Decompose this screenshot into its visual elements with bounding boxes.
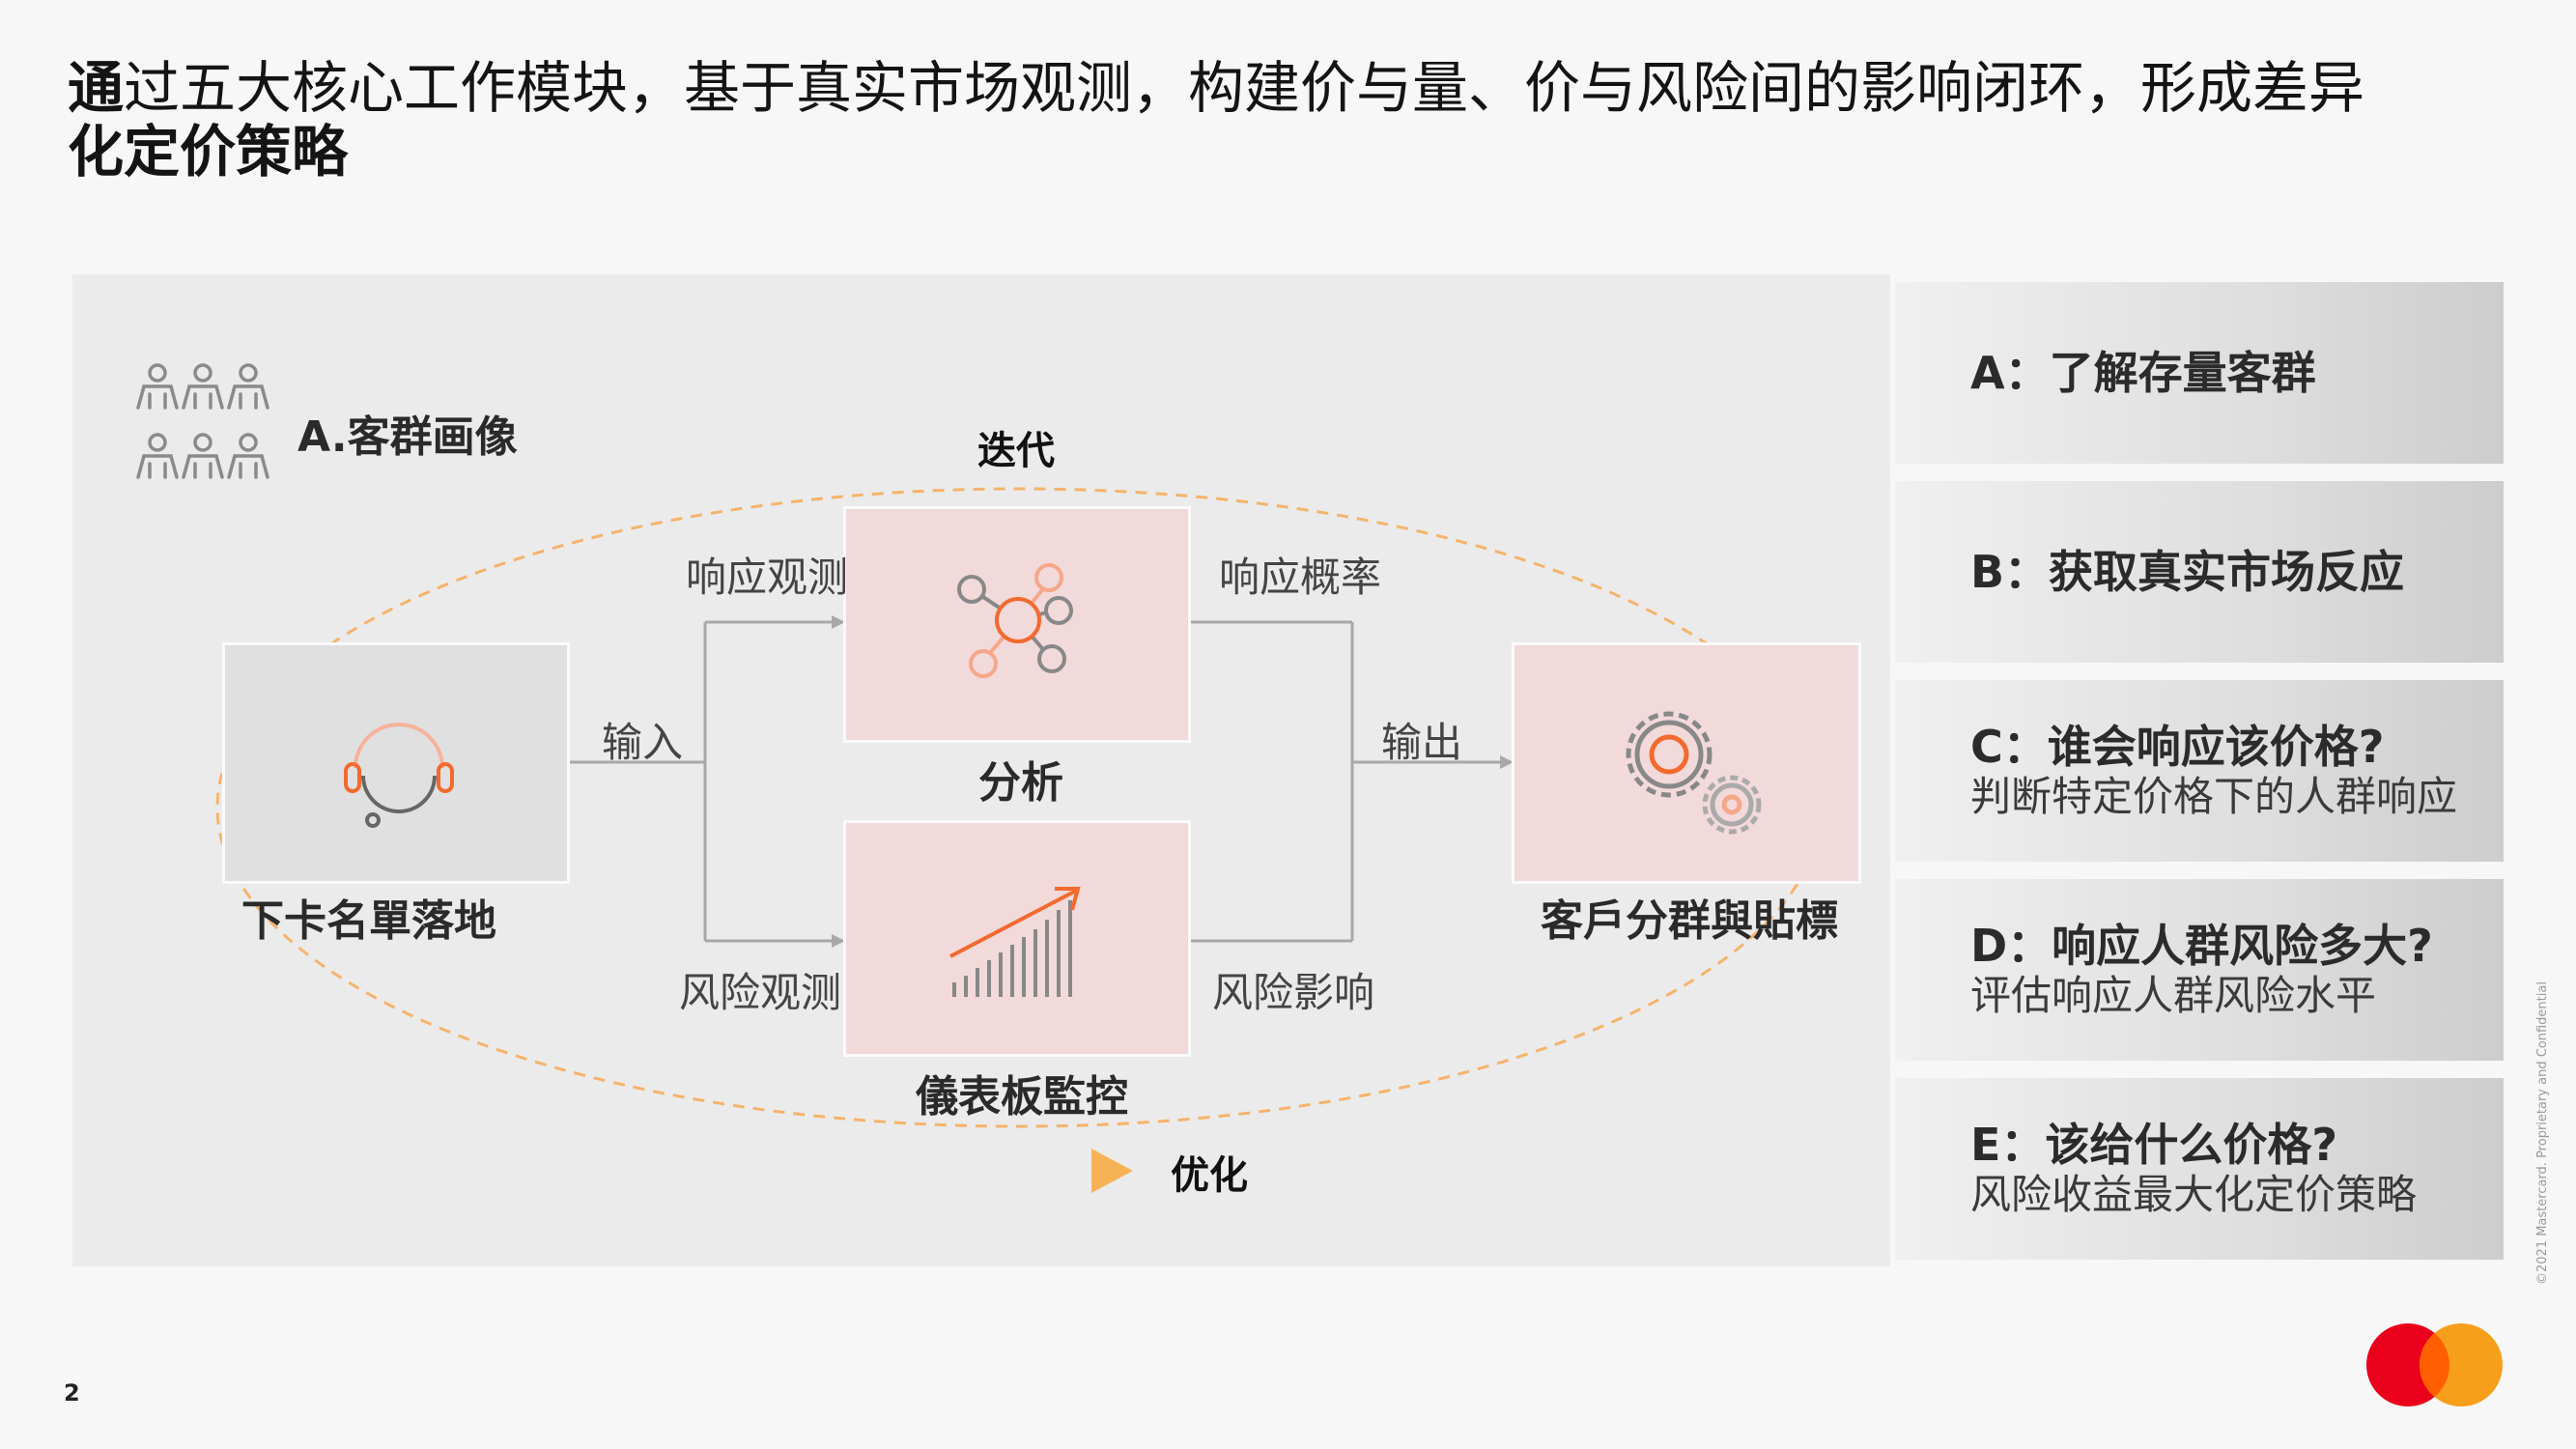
edge-input-label: 输入 <box>602 719 684 766</box>
card-e: E：该给什么价格? 风险收益最大化定价策略 <box>1895 1078 2504 1260</box>
iterate-label: 迭代 <box>977 429 1055 473</box>
network-nodes-icon <box>957 563 1073 678</box>
gears-icon <box>1626 711 1762 835</box>
diagram-panel: A.客群画像 迭代 优化 下卡名單落地 分析 儀表板監控 客戶分群與貼標 输入 … <box>72 274 1890 1266</box>
segment-label: A.客群画像 <box>297 412 518 462</box>
card-d: D：响应人群风险多大? 评估响应人群风险水平 <box>1895 879 2504 1061</box>
mastercard-logo <box>2366 1323 2503 1406</box>
people-group-icon <box>136 363 269 479</box>
title-first-char: 通 <box>68 55 125 121</box>
confidential-notice: ©2021 Mastercard. Proprietary and Confid… <box>2535 981 2550 1285</box>
optimize-arrow <box>1091 1149 1133 1193</box>
card-subtext: 判断特定价格下的人群响应 <box>1970 773 2458 820</box>
headset-icon <box>344 723 454 828</box>
card-heading: B：获取真实市场反应 <box>1970 546 2405 598</box>
dashboard-box <box>843 820 1191 1057</box>
dashboard-label: 儀表板監控 <box>916 1072 1128 1122</box>
title-line2: 化定价策略 <box>68 119 349 185</box>
input-box <box>222 642 570 884</box>
card-subtext: 评估响应人群风险水平 <box>1970 972 2377 1019</box>
card-heading: C：谁会响应该价格? <box>1970 721 2385 773</box>
card-b: B：获取真实市场反应 <box>1895 481 2504 663</box>
edge-risk-observe-label: 风险观测 <box>679 969 842 1016</box>
card-heading: D：响应人群风险多大? <box>1970 920 2433 972</box>
title-line1: 过五大核心工作模块，基于真实市场观测，构建价与量、价与风险间的影响闭环，形成差异 <box>124 55 2365 121</box>
input-box-label: 下卡名單落地 <box>241 896 496 946</box>
edge-output-label: 输出 <box>1381 719 1463 766</box>
optimize-label: 优化 <box>1171 1153 1248 1198</box>
edge-response-observe-label: 响应观测 <box>686 554 849 601</box>
edge-risk-impact-label: 风险影响 <box>1212 969 1375 1016</box>
card-heading: A：了解存量客群 <box>1970 347 2316 399</box>
analysis-label: 分析 <box>978 758 1063 808</box>
edge-response-prob-label: 响应概率 <box>1219 554 1382 601</box>
output-box-label: 客戶分群與貼標 <box>1541 896 1838 946</box>
card-c: C：谁会响应该价格? 判断特定价格下的人群响应 <box>1895 680 2504 862</box>
analysis-box <box>843 506 1191 743</box>
card-subtext: 风险收益最大化定价策略 <box>1970 1171 2418 1218</box>
growth-chart-icon <box>949 887 1081 997</box>
output-box <box>1512 642 1861 884</box>
card-a: A：了解存量客群 <box>1895 282 2504 464</box>
card-heading: E：该给什么价格? <box>1970 1119 2338 1171</box>
page-number: 2 <box>64 1379 80 1406</box>
page-title: 通过五大核心工作模块，基于真实市场观测，构建价与量、价与风险间的影响闭环，形成差… <box>68 56 2444 184</box>
